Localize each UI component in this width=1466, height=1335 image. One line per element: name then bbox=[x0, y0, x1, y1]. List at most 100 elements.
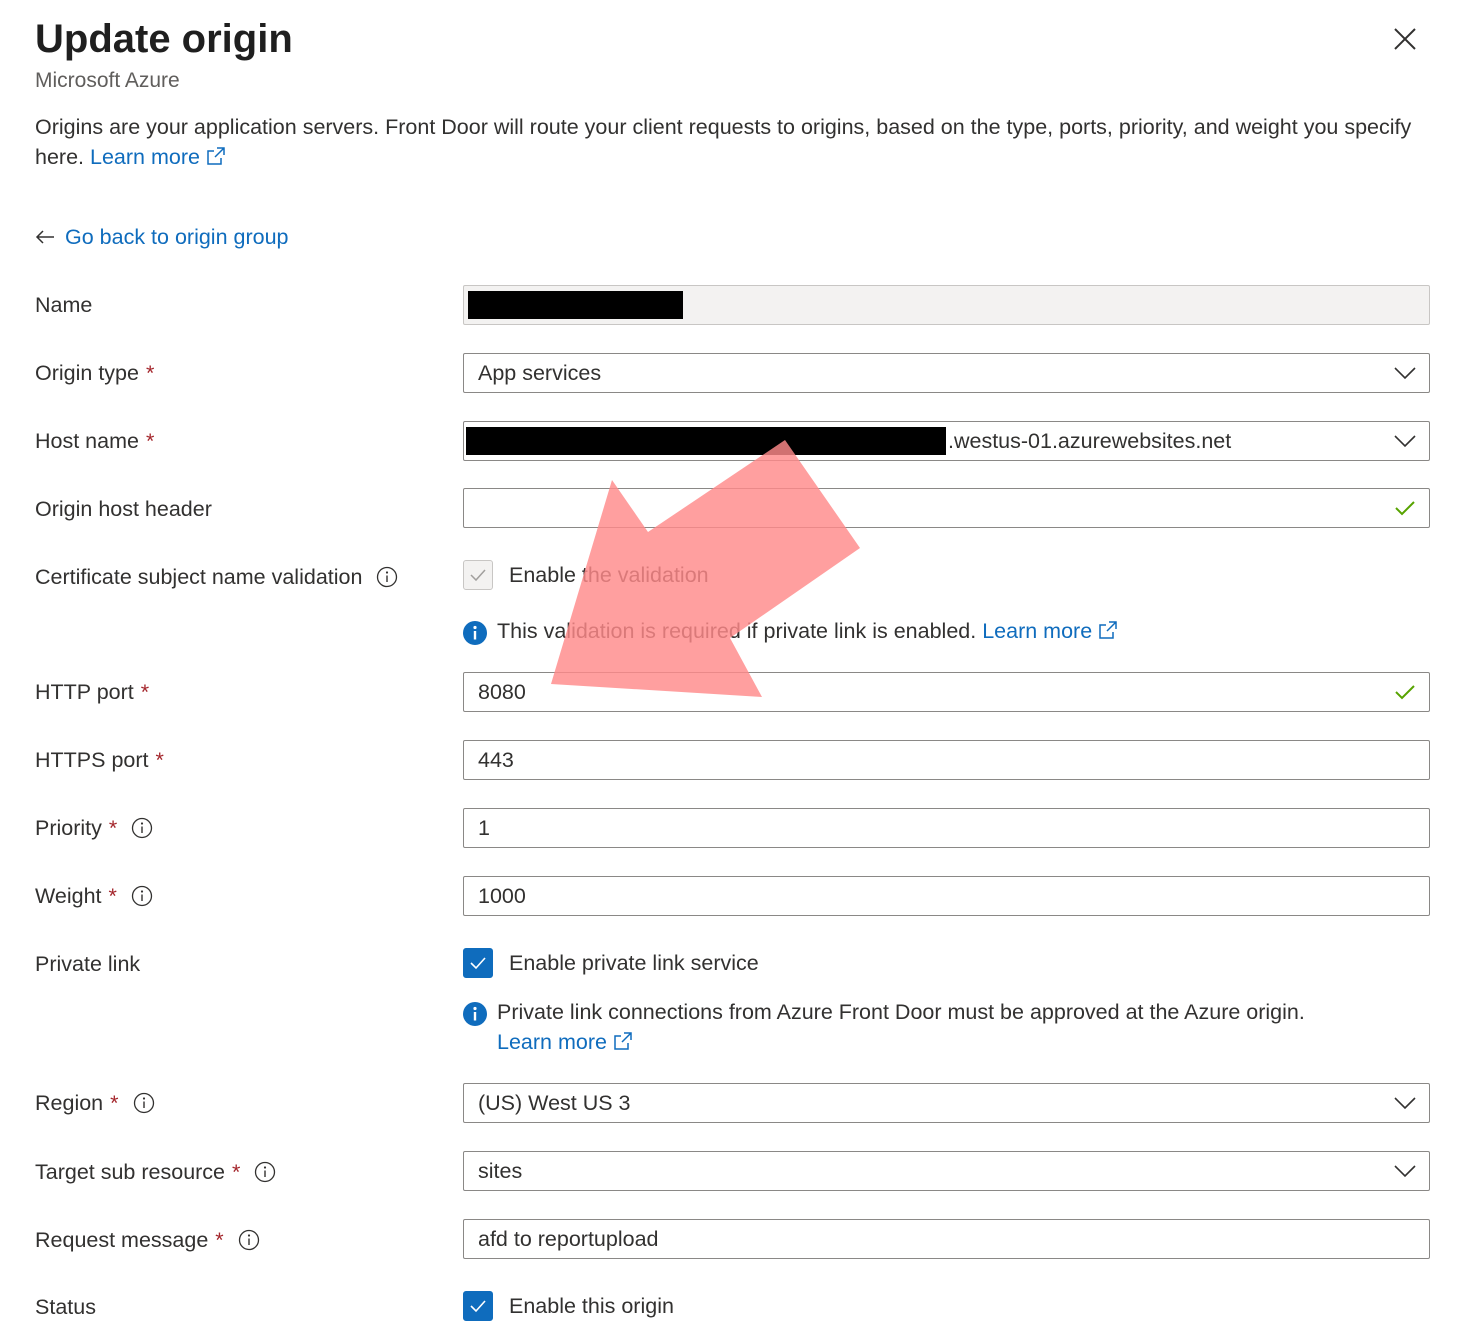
host-name-select[interactable]: .westus-01.azurewebsites.net bbox=[463, 421, 1430, 461]
cert-validation-note: This validation is required if private l… bbox=[463, 616, 1118, 646]
close-button[interactable] bbox=[1390, 24, 1420, 54]
annotation-arrow bbox=[551, 440, 860, 697]
http-port-label-text: HTTP port bbox=[35, 680, 134, 704]
page-description: Origins are your application servers. Fr… bbox=[35, 112, 1415, 172]
weight-input[interactable]: 1000 bbox=[463, 876, 1430, 916]
info-circle-icon[interactable] bbox=[238, 1229, 260, 1251]
info-circle-icon[interactable] bbox=[254, 1161, 276, 1183]
weight-value: 1000 bbox=[478, 883, 526, 908]
weight-label: Weight * bbox=[35, 881, 153, 911]
status-checkbox-row[interactable]: Enable this origin bbox=[463, 1291, 674, 1321]
origin-host-header-label: Origin host header bbox=[35, 494, 212, 524]
status-checkbox-label: Enable this origin bbox=[509, 1294, 674, 1318]
private-link-learn-more-link[interactable]: Learn more bbox=[497, 1030, 633, 1054]
info-circle-icon[interactable] bbox=[131, 885, 153, 907]
page-title: Update origin bbox=[35, 17, 293, 61]
request-message-input[interactable]: afd to reportupload bbox=[463, 1219, 1430, 1259]
http-port-input[interactable]: 8080 bbox=[463, 672, 1430, 712]
cert-validation-label: Certificate subject name validation bbox=[35, 562, 398, 592]
priority-label-text: Priority bbox=[35, 816, 102, 840]
info-circle-icon[interactable] bbox=[131, 817, 153, 839]
cert-validation-learn-more-link[interactable]: Learn more bbox=[982, 619, 1118, 643]
close-icon bbox=[1394, 28, 1416, 50]
host-name-suffix: .westus-01.azurewebsites.net bbox=[948, 428, 1232, 453]
required-mark: * bbox=[140, 680, 150, 704]
https-port-input[interactable]: 443 bbox=[463, 740, 1430, 780]
origin-type-chevron bbox=[1391, 359, 1419, 387]
origin-host-header-valid bbox=[1391, 494, 1419, 522]
target-sub-resource-label: Target sub resource * bbox=[35, 1157, 276, 1187]
target-sub-resource-select[interactable]: sites bbox=[463, 1151, 1430, 1191]
name-label: Name bbox=[35, 290, 92, 320]
name-label-text: Name bbox=[35, 293, 93, 317]
redacted-host-name bbox=[466, 427, 946, 455]
cert-validation-checkbox[interactable] bbox=[463, 560, 493, 590]
required-mark: * bbox=[232, 1160, 241, 1184]
target-sub-resource-chevron bbox=[1391, 1157, 1419, 1185]
private-link-label: Private link bbox=[35, 949, 140, 979]
learn-more-label: Learn more bbox=[90, 145, 200, 169]
external-link-icon bbox=[1099, 621, 1117, 639]
chevron-down-icon bbox=[1394, 435, 1416, 448]
info-circle-icon[interactable] bbox=[133, 1092, 155, 1114]
info-filled-icon bbox=[463, 621, 487, 645]
host-name-label: Host name * bbox=[35, 426, 154, 456]
required-mark: * bbox=[145, 361, 155, 385]
chevron-down-icon bbox=[1394, 1165, 1416, 1178]
status-checkbox[interactable] bbox=[463, 1291, 493, 1321]
back-to-origin-group-link[interactable]: Go back to origin group bbox=[35, 222, 289, 252]
learn-more-link[interactable]: Learn more bbox=[90, 145, 226, 169]
request-message-label-text: Request message bbox=[35, 1228, 209, 1252]
learn-more-label: Learn more bbox=[982, 619, 1093, 643]
checkmark-icon bbox=[1395, 685, 1415, 700]
checkmark-icon bbox=[470, 569, 486, 582]
http-port-label: HTTP port * bbox=[35, 677, 149, 707]
origin-host-header-input[interactable] bbox=[463, 488, 1430, 528]
private-link-checkbox[interactable] bbox=[463, 948, 493, 978]
checkmark-icon bbox=[470, 1300, 486, 1313]
cert-validation-checkbox-row[interactable]: Enable the validation bbox=[463, 560, 709, 590]
http-port-value: 8080 bbox=[478, 679, 526, 704]
required-mark: * bbox=[215, 1228, 224, 1252]
weight-label-text: Weight bbox=[35, 884, 102, 908]
back-link-label: Go back to origin group bbox=[65, 225, 289, 249]
private-link-checkbox-row[interactable]: Enable private link service bbox=[463, 948, 759, 978]
region-select[interactable]: (US) West US 3 bbox=[463, 1083, 1430, 1123]
private-link-note: Private link connections from Azure Fron… bbox=[463, 997, 1423, 1057]
priority-value: 1 bbox=[478, 815, 490, 840]
region-chevron bbox=[1391, 1089, 1419, 1117]
status-label: Status bbox=[35, 1292, 96, 1322]
region-value: (US) West US 3 bbox=[478, 1090, 631, 1115]
https-port-value: 443 bbox=[478, 747, 514, 772]
host-name-label-text: Host name bbox=[35, 429, 139, 453]
request-message-value: afd to reportupload bbox=[478, 1226, 659, 1251]
cert-validation-note-text: This validation is required if private l… bbox=[497, 619, 977, 643]
page-subtitle: Microsoft Azure bbox=[35, 69, 180, 92]
priority-label: Priority * bbox=[35, 813, 153, 843]
private-link-note-text: Private link connections from Azure Fron… bbox=[497, 1000, 1305, 1024]
region-label: Region * bbox=[35, 1088, 155, 1118]
required-mark: * bbox=[155, 748, 164, 772]
origin-host-header-label-text: Origin host header bbox=[35, 497, 212, 521]
required-mark: * bbox=[110, 1091, 119, 1115]
external-link-icon bbox=[207, 147, 225, 165]
chevron-down-icon bbox=[1394, 367, 1416, 380]
private-link-checkbox-label: Enable private link service bbox=[509, 951, 759, 975]
checkmark-icon bbox=[470, 957, 486, 970]
priority-input[interactable]: 1 bbox=[463, 808, 1430, 848]
name-input[interactable] bbox=[463, 285, 1430, 325]
origin-type-select[interactable]: App services bbox=[463, 353, 1430, 393]
required-mark: * bbox=[145, 429, 155, 453]
origin-type-label-text: Origin type bbox=[35, 361, 139, 385]
cert-validation-label-text: Certificate subject name validation bbox=[35, 565, 363, 589]
https-port-label-text: HTTPS port bbox=[35, 748, 149, 772]
origin-type-label: Origin type * bbox=[35, 358, 154, 388]
private-link-label-text: Private link bbox=[35, 952, 141, 976]
target-sub-resource-value: sites bbox=[478, 1158, 523, 1183]
target-sub-resource-label-text: Target sub resource bbox=[35, 1160, 226, 1184]
https-port-label: HTTPS port * bbox=[35, 745, 164, 775]
chevron-down-icon bbox=[1394, 1097, 1416, 1110]
info-filled-icon bbox=[463, 1002, 487, 1026]
redacted-name bbox=[468, 291, 683, 319]
info-circle-icon[interactable] bbox=[376, 566, 398, 588]
